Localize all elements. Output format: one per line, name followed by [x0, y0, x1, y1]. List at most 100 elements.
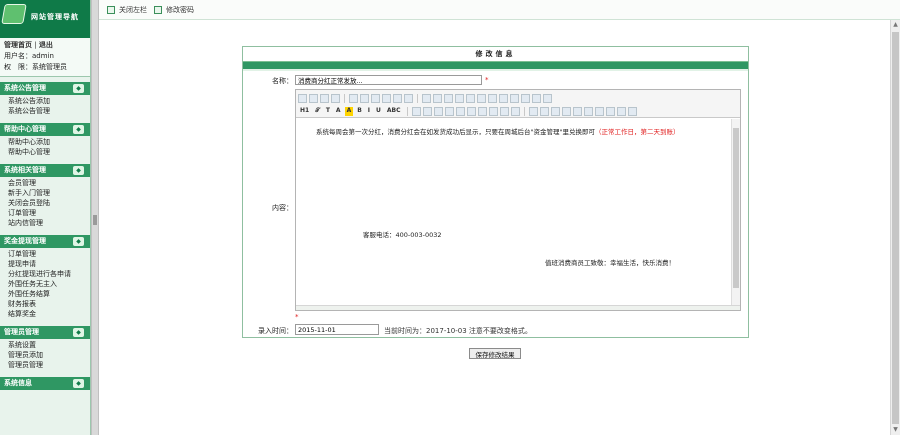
toolbar-button-icon[interactable] [393, 93, 402, 103]
date-input[interactable] [295, 324, 379, 335]
toolbar-button-icon[interactable] [382, 93, 391, 103]
sidebar-item[interactable]: 财务报表 [8, 299, 90, 309]
toolbar-insert-icon[interactable] [411, 106, 421, 116]
toolbar-button-icon[interactable] [455, 93, 464, 103]
toolbar-button-icon[interactable] [433, 93, 442, 103]
sidebar-item[interactable]: 订单管理 [8, 208, 90, 218]
toolbar-button-icon[interactable] [331, 93, 340, 103]
toolbar-button-icon[interactable] [543, 93, 552, 103]
toolbar-text-button[interactable]: U [374, 107, 383, 116]
toolbar-insert-icon[interactable] [616, 106, 626, 116]
sidebar-item[interactable]: 提现申请 [8, 259, 90, 269]
toolbar-button-icon[interactable] [298, 93, 307, 103]
name-input[interactable] [295, 75, 482, 85]
sidebar-section-header[interactable]: 系统信息 ◆ [0, 377, 90, 390]
toolbar-button-icon[interactable] [360, 93, 369, 103]
sidebar-item[interactable]: 外围任务无主入 [8, 279, 90, 289]
toolbar-insert-icon[interactable] [510, 106, 520, 116]
sidebar-item[interactable]: 订单管理 [8, 249, 90, 259]
toolbar-insert-icon[interactable] [561, 106, 571, 116]
toolbar-insert-icon[interactable] [594, 106, 604, 116]
change-password-link[interactable]: 修改密码 [154, 5, 194, 15]
toolbar-insert-icon[interactable] [539, 106, 549, 116]
toolbar-button-icon[interactable] [444, 93, 453, 103]
toolbar-insert-icon[interactable] [433, 106, 443, 116]
logo-icon [1, 4, 27, 24]
toolbar-button-icon[interactable] [499, 93, 508, 103]
toolbar-button-icon[interactable] [477, 93, 486, 103]
logout-link[interactable]: 退出 [39, 41, 53, 49]
toolbar-button-icon[interactable] [349, 93, 358, 103]
toolbar-button-icon[interactable] [309, 93, 318, 103]
editor-scrollbar[interactable] [731, 119, 740, 306]
toolbar-insert-icon[interactable] [477, 106, 487, 116]
sidebar-section-title: 管理员管理 [4, 328, 39, 336]
splitter-grip-icon[interactable] [93, 215, 97, 225]
toolbar-insert-icon[interactable] [572, 106, 582, 116]
save-button[interactable]: 保存修改结果 [469, 348, 521, 359]
close-left-link[interactable]: 关闭左栏 [107, 5, 147, 15]
sidebar-section-header[interactable]: 帮助中心管理 ◆ [0, 123, 90, 136]
sidebar-item[interactable]: 会员管理 [8, 178, 90, 188]
toolbar-button-icon[interactable] [488, 93, 497, 103]
sidebar-item[interactable]: 站内信管理 [8, 218, 90, 228]
sidebar-item[interactable]: 帮助中心管理 [8, 147, 90, 157]
toolbar-text-button[interactable]: A [344, 106, 354, 116]
sidebar-item[interactable]: 系统公告添加 [8, 96, 90, 106]
toolbar-button-icon[interactable] [422, 93, 431, 103]
sidebar-section: 帮助中心管理 ◆ 帮助中心添加 帮助中心管理 [0, 123, 90, 159]
sidebar-item[interactable]: 系统公告管理 [8, 106, 90, 116]
toolbar-button-icon[interactable] [404, 93, 413, 103]
sidebar-item[interactable]: 新手入门管理 [8, 188, 90, 198]
toolbar-text-button[interactable]: I [366, 107, 372, 116]
toolbar-insert-icon[interactable] [488, 106, 498, 116]
toolbar-text-button[interactable]: A [334, 107, 343, 116]
sidebar-item[interactable]: 关闭会员登陆 [8, 198, 90, 208]
editor-content[interactable]: 系统每周会第一次分红，消费分红会在如发货成功后显示，只要在周城后台"资金管理"里… [297, 119, 731, 306]
toolbar-insert-icon[interactable] [466, 106, 476, 116]
sidebar-section-header[interactable]: 系统公告管理 ◆ [0, 82, 90, 95]
sidebar-item[interactable]: 管理员管理 [8, 360, 90, 370]
toolbar-insert-icon[interactable] [583, 106, 593, 116]
toolbar-button-icon[interactable] [371, 93, 380, 103]
sidebar-item[interactable]: 结算奖金 [8, 309, 90, 319]
toolbar-button-icon[interactable] [510, 93, 519, 103]
editor-resize-handle[interactable] [296, 305, 740, 310]
toolbar-insert-icon[interactable] [422, 106, 432, 116]
toolbar-insert-icon[interactable] [444, 106, 454, 116]
sidebar-item[interactable]: 系统设置 [8, 340, 90, 350]
toolbar-text-button[interactable]: H1 [298, 107, 311, 116]
sidebar-section: 管理员管理 ◆ 系统设置 管理员添加 管理员管理 [0, 326, 90, 372]
toolbar-insert-icon[interactable] [550, 106, 560, 116]
scroll-thumb[interactable] [892, 32, 899, 424]
toolbar-text-button[interactable]: B [355, 107, 364, 116]
home-link[interactable]: 管理首页 [4, 41, 32, 49]
toolbar-text-button[interactable]: T [324, 107, 332, 116]
scroll-down-icon[interactable]: ▼ [892, 426, 899, 434]
toolbar-text-button[interactable]: ABC [385, 107, 403, 116]
sidebar-item[interactable]: 外围任务结算 [8, 289, 90, 299]
sidebar-item[interactable]: 帮助中心添加 [8, 137, 90, 147]
sidebar-section-header[interactable]: 管理员管理 ◆ [0, 326, 90, 339]
toolbar-button-icon[interactable] [532, 93, 541, 103]
sidebar-item[interactable]: 分红提现进行各申请 [8, 269, 90, 279]
sidebar-section-header[interactable]: 系统相关管理 ◆ [0, 164, 90, 177]
editor-scroll-thumb[interactable] [733, 128, 739, 288]
key-icon [154, 6, 162, 14]
toolbar-insert-icon[interactable] [455, 106, 465, 116]
rich-text-editor[interactable]: H1 𝒯 T A A B I U ABC 系统每周会第一次分红，消费分红会在如发货成功后显示，只… [295, 89, 741, 311]
sidebar-section-header[interactable]: 奖金提现管理 ◆ [0, 235, 90, 248]
page-scrollbar[interactable]: ▲ ▼ [890, 20, 900, 435]
sidebar-item[interactable]: 管理员添加 [8, 350, 90, 360]
scroll-up-icon[interactable]: ▲ [892, 21, 899, 29]
toolbar-text-button[interactable]: 𝒯 [313, 107, 322, 116]
toolbar-insert-icon[interactable] [499, 106, 509, 116]
toolbar-insert-icon[interactable] [605, 106, 615, 116]
toolbar-button-icon[interactable] [521, 93, 530, 103]
change-password-label: 修改密码 [166, 6, 194, 14]
toolbar-insert-icon[interactable] [627, 106, 637, 116]
toolbar-button-icon[interactable] [466, 93, 475, 103]
toolbar-insert-icon[interactable] [528, 106, 538, 116]
sidebar-splitter[interactable] [91, 0, 99, 435]
toolbar-button-icon[interactable] [320, 93, 329, 103]
